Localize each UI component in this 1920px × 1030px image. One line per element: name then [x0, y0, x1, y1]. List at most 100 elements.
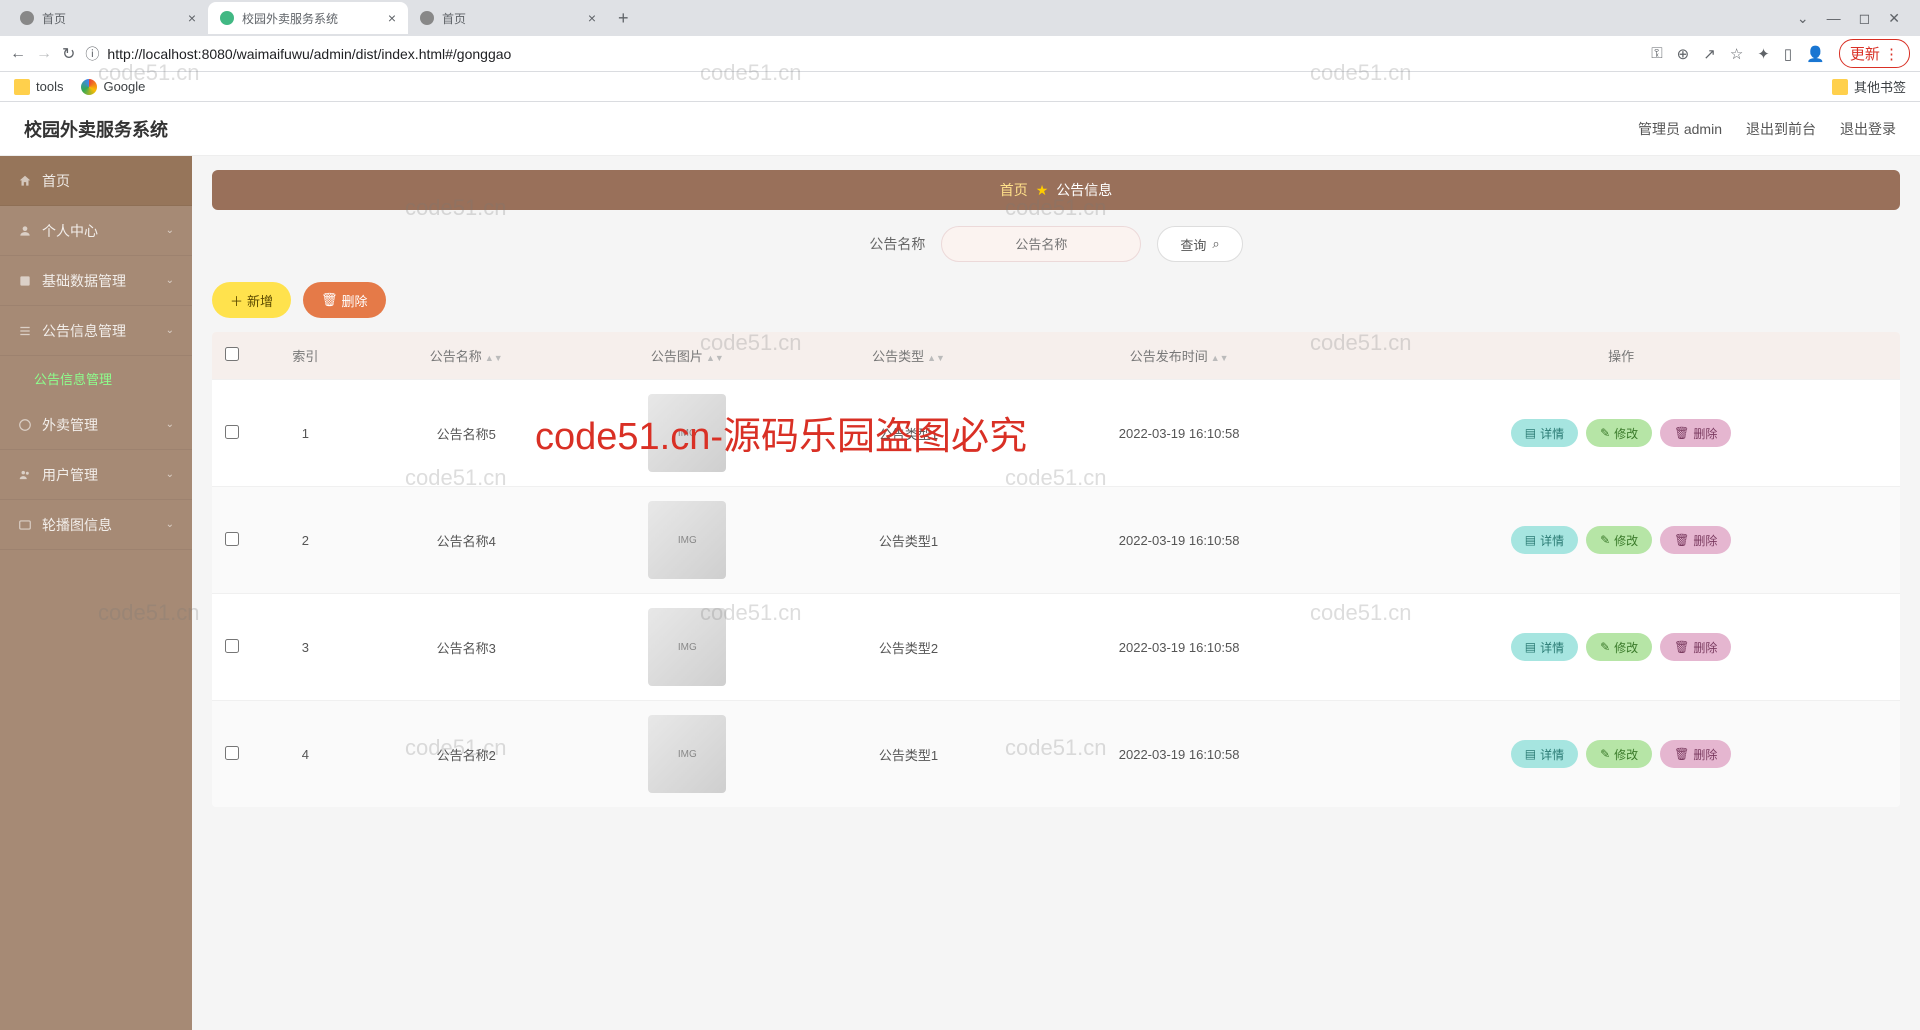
sidebar-item-label: 首页 [42, 171, 70, 191]
cell-index: 4 [252, 701, 359, 808]
tab-title: 首页 [442, 10, 466, 27]
detail-button[interactable]: ▤详情 [1511, 526, 1578, 554]
trash-icon: 🗑 [1674, 533, 1689, 547]
add-button[interactable]: ＋ 新增 [212, 282, 291, 318]
breadcrumb-home[interactable]: 首页 [1000, 180, 1028, 200]
sidebar-subitem-notice-manage[interactable]: 公告信息管理 [0, 356, 192, 400]
edit-button[interactable]: ✎修改 [1586, 633, 1652, 661]
sort-icon[interactable]: ▲▼ [1211, 353, 1229, 363]
new-tab-button[interactable]: + [608, 8, 639, 29]
folder-icon [1832, 79, 1848, 95]
col-name: 公告名称▲▼ [359, 332, 574, 380]
info-icon: ⓘ [85, 44, 99, 64]
row-checkbox[interactable] [225, 532, 239, 546]
cell-time: 2022-03-19 16:10:58 [1016, 594, 1342, 701]
bookmark-other[interactable]: 其他书签 [1832, 77, 1906, 96]
globe-icon [420, 11, 434, 25]
bookmark-google[interactable]: Google [81, 79, 145, 95]
notice-image: IMG [648, 394, 726, 472]
chevron-down-icon: ⌄ [166, 325, 174, 336]
sidebar-item-basedata[interactable]: 基础数据管理 ⌄ [0, 256, 192, 306]
row-delete-button[interactable]: 🗑删除 [1660, 633, 1731, 661]
minimize-icon[interactable]: ― [1827, 10, 1841, 27]
sidebar-item-carousel[interactable]: 轮播图信息 ⌄ [0, 500, 192, 550]
detail-button[interactable]: ▤详情 [1511, 740, 1578, 768]
star-icon: ★ [1036, 182, 1049, 199]
row-delete-button[interactable]: 🗑删除 [1660, 419, 1731, 447]
col-index: 索引 [252, 332, 359, 380]
edit-button[interactable]: ✎修改 [1586, 419, 1652, 447]
forward-icon[interactable]: → [36, 45, 52, 63]
sidebar-item-home[interactable]: 首页 [0, 156, 192, 206]
panel-icon[interactable]: ▯ [1784, 45, 1792, 63]
google-icon [81, 79, 97, 95]
close-window-icon[interactable]: ✕ [1888, 10, 1900, 27]
search-bar: 公告名称 查询 ⌕ [212, 226, 1900, 262]
cell-time: 2022-03-19 16:10:58 [1016, 380, 1342, 487]
row-checkbox[interactable] [225, 425, 239, 439]
cell-time: 2022-03-19 16:10:58 [1016, 487, 1342, 594]
cell-image: IMG [574, 380, 801, 487]
search-button[interactable]: 查询 ⌕ [1157, 226, 1242, 262]
close-icon[interactable]: × [188, 10, 196, 26]
browser-tab[interactable]: 校园外卖服务系统 × [208, 2, 408, 34]
extension-icon[interactable]: ✦ [1757, 45, 1770, 63]
sidebar-item-takeout[interactable]: 外卖管理 ⌄ [0, 400, 192, 450]
sidebar-item-profile[interactable]: 个人中心 ⌄ [0, 206, 192, 256]
bookmark-tools[interactable]: tools [14, 79, 63, 95]
cell-type: 公告类型1 [801, 701, 1016, 808]
chevron-down-icon: ⌄ [166, 519, 174, 530]
edit-button[interactable]: ✎修改 [1586, 526, 1652, 554]
browser-tab[interactable]: 首页 × [8, 2, 208, 34]
update-button[interactable]: 更新 ⋮ [1839, 39, 1910, 68]
row-checkbox[interactable] [225, 639, 239, 653]
admin-label[interactable]: 管理员 admin [1638, 119, 1722, 139]
notice-image: IMG [648, 715, 726, 793]
col-ops: 操作 [1342, 332, 1900, 380]
sidebar-item-label: 公告信息管理 [34, 369, 112, 388]
sort-icon[interactable]: ▲▼ [706, 353, 724, 363]
url-input[interactable]: ⓘ http://localhost:8080/waimaifuwu/admin… [85, 44, 1641, 64]
cell-ops: ▤详情 ✎修改 🗑删除 [1342, 701, 1900, 808]
profile-icon[interactable]: 👤 [1806, 45, 1825, 63]
star-icon[interactable]: ☆ [1730, 45, 1743, 63]
notice-image: IMG [648, 501, 726, 579]
zoom-icon[interactable]: ⊕ [1677, 45, 1690, 63]
app-header: 校园外卖服务系统 管理员 admin 退出到前台 退出登录 [0, 102, 1920, 156]
edit-button[interactable]: ✎修改 [1586, 740, 1652, 768]
detail-button[interactable]: ▤详情 [1511, 419, 1578, 447]
back-icon[interactable]: ← [10, 45, 26, 63]
sidebar-item-users[interactable]: 用户管理 ⌄ [0, 450, 192, 500]
row-delete-button[interactable]: 🗑删除 [1660, 526, 1731, 554]
browser-tab[interactable]: 首页 × [408, 2, 608, 34]
select-all-checkbox[interactable] [225, 347, 239, 361]
row-delete-button[interactable]: 🗑删除 [1660, 740, 1731, 768]
sidebar-item-notice[interactable]: 公告信息管理 ⌄ [0, 306, 192, 356]
doc-icon: ▤ [1525, 533, 1536, 547]
delete-button[interactable]: 🗑 删除 [303, 282, 386, 318]
chevron-down-icon[interactable]: ⌄ [1797, 10, 1809, 27]
row-checkbox[interactable] [225, 746, 239, 760]
close-icon[interactable]: × [588, 10, 596, 26]
detail-button[interactable]: ▤详情 [1511, 633, 1578, 661]
reload-icon[interactable]: ↻ [62, 44, 75, 64]
maximize-icon[interactable]: ◻ [1859, 10, 1871, 27]
breadcrumb-current: 公告信息 [1056, 180, 1112, 200]
exit-front-button[interactable]: 退出到前台 [1746, 119, 1816, 139]
search-input[interactable] [941, 226, 1141, 262]
sort-icon[interactable]: ▲▼ [485, 353, 503, 363]
bookmarks-bar: tools Google 其他书签 [0, 72, 1920, 102]
col-image: 公告图片▲▼ [574, 332, 801, 380]
app-header-actions: 管理员 admin 退出到前台 退出登录 [1638, 119, 1896, 139]
url-text: http://localhost:8080/waimaifuwu/admin/d… [107, 46, 511, 62]
key-icon[interactable]: ⚿ [1651, 45, 1662, 62]
cell-name: 公告名称5 [359, 380, 574, 487]
doc-icon: ▤ [1525, 640, 1536, 654]
close-icon[interactable]: × [388, 10, 396, 26]
list-icon [18, 324, 32, 338]
logout-button[interactable]: 退出登录 [1840, 119, 1896, 139]
sort-icon[interactable]: ▲▼ [927, 353, 945, 363]
tab-title: 校园外卖服务系统 [242, 10, 338, 27]
cell-image: IMG [574, 594, 801, 701]
share-icon[interactable]: ↗ [1703, 45, 1716, 63]
